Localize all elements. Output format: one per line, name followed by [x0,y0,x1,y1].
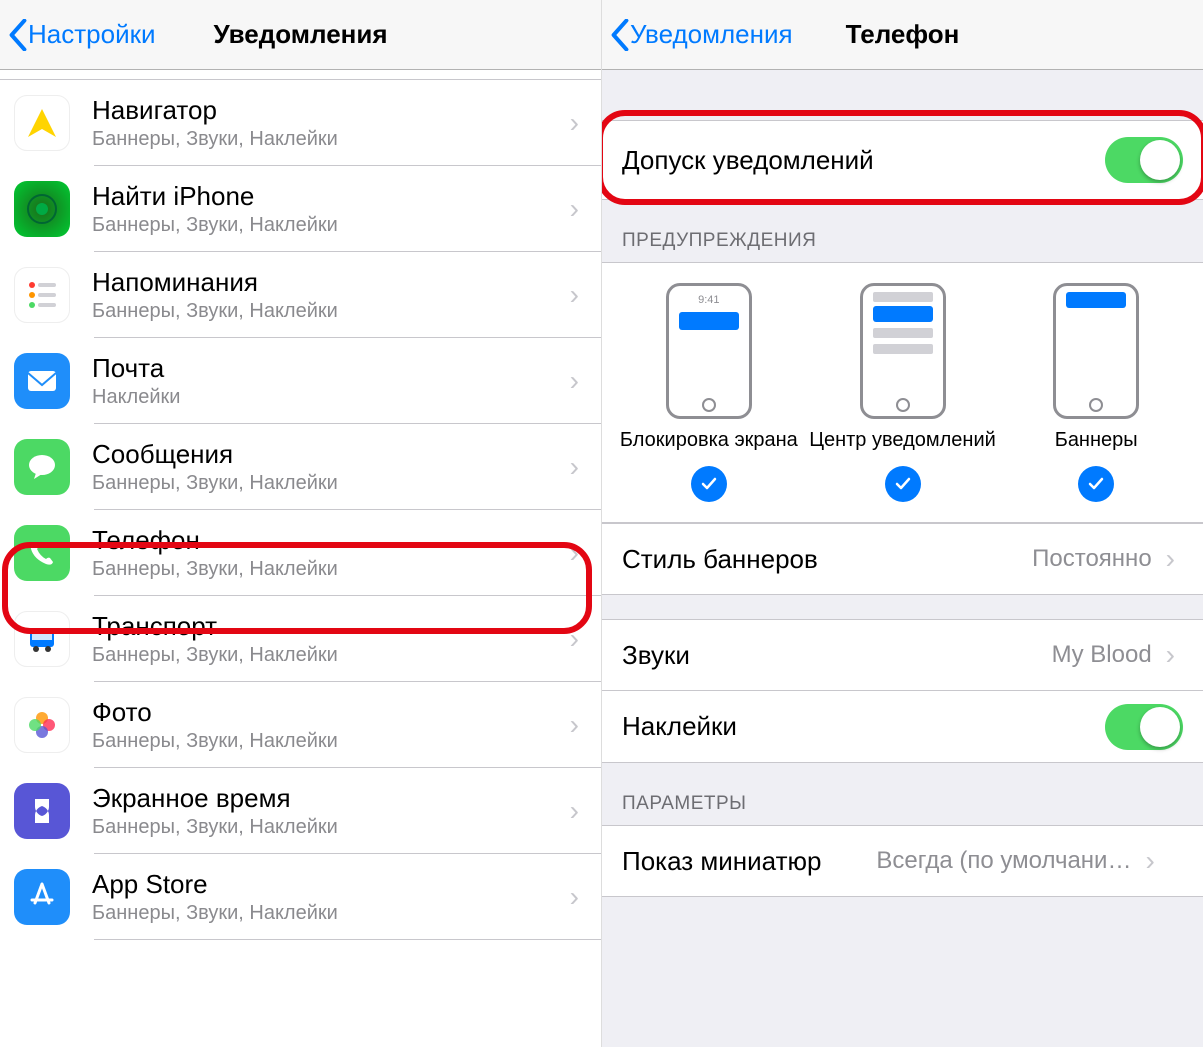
banner-style-row[interactable]: Стиль баннеров Постоянно › [602,523,1203,595]
banners-mock-icon [1053,283,1139,419]
alert-label: Блокировка экрана [612,429,806,452]
preview-row[interactable]: Показ миниатюр Всегда (по умолчани… › [602,825,1203,897]
app-name: Напоминания [92,267,562,298]
phone-notifications-pane: Уведомления Телефон Допуск уведомлений П… [602,0,1203,1047]
allow-notifications-row: Допуск уведомлений [602,120,1203,200]
app-detail: Баннеры, Звуки, Наклейки [92,558,562,581]
app-row-navigator[interactable]: НавигаторБаннеры, Звуки, Наклейки › [0,80,601,166]
app-detail: Баннеры, Звуки, Наклейки [92,300,562,323]
checkmark-icon [1078,466,1114,502]
app-name: Фото [92,697,562,728]
app-row-reminders[interactable]: НапоминанияБаннеры, Звуки, Наклейки › [0,252,601,338]
banner-style-value: Постоянно [1032,545,1152,573]
app-detail: Наклейки [92,386,562,409]
nav-bar-right: Уведомления Телефон [602,0,1203,70]
banner-style-label: Стиль баннеров [622,544,1032,575]
messages-icon [14,439,70,495]
chevron-right-icon: › [1158,543,1183,575]
alert-option-lockscreen[interactable]: 9:41 Блокировка экрана [612,283,806,502]
chevron-right-icon: › [562,709,587,741]
params-section-header: ПАРАМЕТРЫ [602,763,1203,825]
app-row-screentime[interactable]: Экранное времяБаннеры, Звуки, Наклейки › [0,768,601,854]
chevron-right-icon: › [562,795,587,827]
app-row-phone[interactable]: ТелефонБаннеры, Звуки, Наклейки › [0,510,601,596]
sounds-label: Звуки [622,640,1052,671]
chevron-right-icon: › [562,365,587,397]
app-name: Экранное время [92,783,562,814]
chevron-left-icon [8,19,28,51]
chevron-left-icon [610,19,630,51]
photos-icon [14,697,70,753]
reminders-icon [14,267,70,323]
app-name: Сообщения [92,439,562,470]
app-row-messages[interactable]: СообщенияБаннеры, Звуки, Наклейки › [0,424,601,510]
app-detail: Баннеры, Звуки, Наклейки [92,214,562,237]
preview-label: Показ миниатюр [622,846,821,877]
app-name: Транспорт [92,611,562,642]
mail-icon [14,353,70,409]
app-name: Найти iPhone [92,181,562,212]
chevron-right-icon: › [562,881,587,913]
back-label: Настройки [28,19,156,50]
notification-center-mock-icon [860,283,946,419]
find-iphone-icon [14,181,70,237]
lockscreen-mock-icon: 9:41 [666,283,752,419]
navigator-icon [14,95,70,151]
allow-label: Допуск уведомлений [622,145,1105,176]
badges-label: Наклейки [622,711,1105,742]
chevron-right-icon: › [562,451,587,483]
app-detail: Баннеры, Звуки, Наклейки [92,902,562,925]
back-label: Уведомления [630,19,793,50]
sounds-row[interactable]: Звуки My Blood › [602,619,1203,691]
alert-label: Центр уведомлений [806,429,1000,452]
app-detail: Баннеры, Звуки, Наклейки [92,730,562,753]
page-title: Телефон [846,19,960,50]
mock-time: 9:41 [698,294,719,306]
chevron-right-icon: › [562,623,587,655]
app-name: App Store [92,869,562,900]
app-detail: Баннеры, Звуки, Наклейки [92,644,562,667]
phone-icon [14,525,70,581]
app-row-find-iphone[interactable]: Найти iPhoneБаннеры, Звуки, Наклейки › [0,166,601,252]
app-detail: Баннеры, Звуки, Наклейки [92,128,562,151]
alerts-section-header: ПРЕДУПРЕЖДЕНИЯ [602,200,1203,262]
alert-option-notification-center[interactable]: Центр уведомлений [806,283,1000,502]
badges-row: Наклейки [602,691,1203,763]
chevron-right-icon: › [562,279,587,311]
chevron-right-icon: › [1137,845,1162,877]
chevron-right-icon: › [1158,639,1183,671]
app-name: Почта [92,353,562,384]
alerts-style-group: 9:41 Блокировка экрана Центр уведомлений… [602,262,1203,523]
app-name: Навигатор [92,95,562,126]
app-detail: Баннеры, Звуки, Наклейки [92,472,562,495]
app-row-photos[interactable]: ФотоБаннеры, Звуки, Наклейки › [0,682,601,768]
app-detail: Баннеры, Звуки, Наклейки [92,816,562,839]
app-row-transport[interactable]: ТранспортБаннеры, Звуки, Наклейки › [0,596,601,682]
alert-option-banners[interactable]: Баннеры [999,283,1193,502]
apps-list: НавигаторБаннеры, Звуки, Наклейки › Найт… [0,80,601,940]
back-button-settings[interactable]: Настройки [8,19,156,51]
appstore-icon [14,869,70,925]
app-row-appstore[interactable]: App StoreБаннеры, Звуки, Наклейки › [0,854,601,940]
app-name: Телефон [92,525,562,556]
back-button-notifications[interactable]: Уведомления [610,19,793,51]
page-title: Уведомления [213,19,387,50]
allow-notifications-toggle[interactable] [1105,137,1183,183]
checkmark-icon [691,466,727,502]
chevron-right-icon: › [562,193,587,225]
nav-bar-left: Настройки Уведомления [0,0,601,70]
badges-toggle[interactable] [1105,704,1183,750]
sounds-value: My Blood [1052,641,1152,669]
preview-value: Всегда (по умолчани… [831,847,1131,875]
transport-icon [14,611,70,667]
chevron-right-icon: › [562,107,587,139]
checkmark-icon [885,466,921,502]
app-row-mail[interactable]: ПочтаНаклейки › [0,338,601,424]
notifications-list-pane: Настройки Уведомления НавигаторБаннеры, … [0,0,602,1047]
screentime-icon [14,783,70,839]
chevron-right-icon: › [562,537,587,569]
alert-label: Баннеры [999,429,1193,452]
